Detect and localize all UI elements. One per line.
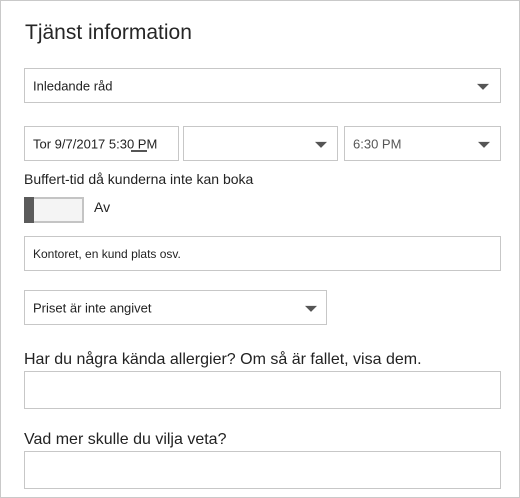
end-date-select[interactable] bbox=[183, 126, 338, 161]
panel-title: Tjänst information bbox=[25, 21, 192, 44]
toggle-state-label: Av bbox=[94, 199, 111, 215]
more-info-answer-input[interactable] bbox=[24, 451, 501, 489]
allergies-question: Har du några kända allergier? Om så är f… bbox=[24, 351, 422, 368]
chevron-down-icon bbox=[478, 141, 490, 148]
end-time-value: 6:30 PM bbox=[353, 136, 402, 151]
more-info-question: Vad mer skulle du vilja veta? bbox=[24, 431, 227, 448]
end-time-select[interactable]: 6:30 PM bbox=[344, 126, 501, 161]
price-select-value: Priset är inte angivet bbox=[33, 300, 152, 315]
service-information-panel: Tjänst information Inledande råd Tor 9/7… bbox=[0, 0, 520, 498]
calendar-icon[interactable] bbox=[131, 150, 147, 152]
price-select[interactable]: Priset är inte angivet bbox=[24, 290, 327, 325]
chevron-down-icon bbox=[315, 141, 327, 148]
service-select[interactable]: Inledande råd bbox=[24, 68, 501, 103]
location-placeholder: Kontoret, en kund plats osv. bbox=[33, 246, 181, 261]
chevron-down-icon bbox=[477, 83, 489, 90]
start-datetime-value: Tor 9/7/2017 5:30 PM bbox=[33, 136, 158, 151]
buffer-time-toggle[interactable] bbox=[24, 197, 84, 223]
allergies-answer-input[interactable] bbox=[24, 371, 501, 409]
service-select-value: Inledande råd bbox=[33, 78, 113, 93]
buffer-time-label: Buffert-tid då kunderna inte kan boka bbox=[24, 171, 254, 187]
start-datetime-field[interactable]: Tor 9/7/2017 5:30 PM bbox=[24, 126, 179, 161]
location-input[interactable]: Kontoret, en kund plats osv. bbox=[24, 236, 501, 271]
toggle-knob bbox=[24, 197, 34, 223]
chevron-down-icon bbox=[305, 305, 317, 312]
